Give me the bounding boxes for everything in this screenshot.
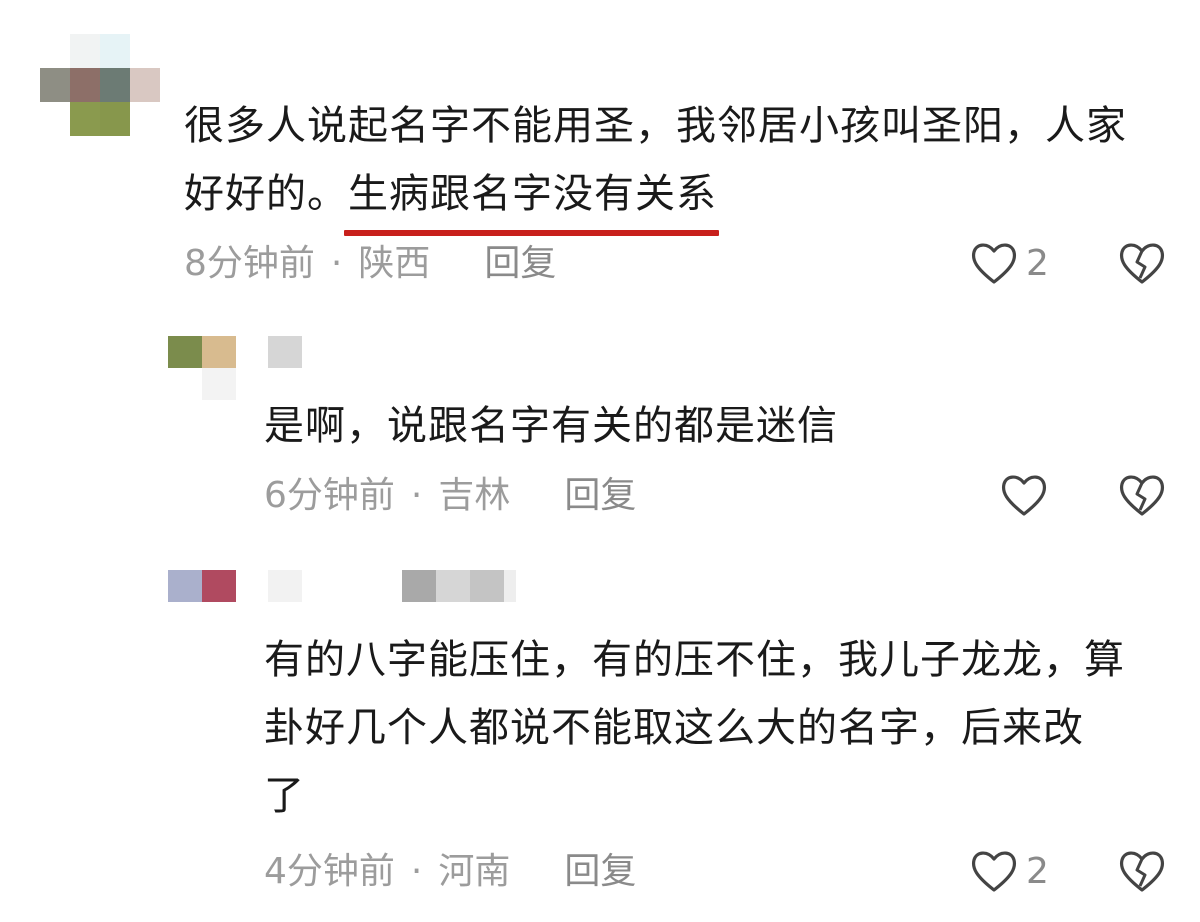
comment-text-line: 很多人说起名字不能用圣，我邻居小孩叫圣阳，人家 — [184, 103, 1127, 149]
comment-text-line: 好好的。 — [184, 171, 348, 217]
comment-text-line: 是啊，说跟名字有关的都是迷信 — [264, 403, 838, 449]
meta-separator: · — [410, 851, 423, 892]
reply-button[interactable]: 回复 — [564, 474, 636, 518]
dislike-button[interactable] — [1118, 848, 1166, 894]
like-count: 2 — [1026, 242, 1049, 284]
broken-heart-icon — [1118, 472, 1166, 518]
avatar[interactable] — [168, 570, 236, 634]
location: 吉林 — [438, 475, 511, 516]
reply-button[interactable]: 回复 — [564, 850, 636, 894]
like-button[interactable]: 2 — [970, 848, 1049, 894]
location: 河南 — [438, 851, 511, 892]
avatar[interactable] — [168, 336, 236, 400]
comment-text: 是啊，说跟名字有关的都是迷信 — [264, 392, 1164, 460]
timestamp: 8分钟前 — [184, 243, 315, 284]
avatar[interactable] — [40, 34, 160, 136]
heart-outline-icon — [970, 848, 1018, 894]
comment-text: 很多人说起名字不能用圣，我邻居小孩叫圣阳，人家 好好的。生病跟名字没有关系 — [184, 92, 1184, 236]
dislike-button[interactable] — [1118, 472, 1166, 518]
comment-meta: 4分钟前 · 河南 回复 — [264, 850, 636, 894]
broken-heart-icon — [1118, 240, 1166, 286]
like-button[interactable]: 2 — [970, 240, 1049, 286]
heart-outline-icon — [970, 240, 1018, 286]
comment-text-line: 有的八字能压住，有的压不住，我儿子龙龙，算 — [264, 637, 1125, 683]
timestamp: 6分钟前 — [264, 475, 395, 516]
comment-meta: 6分钟前 · 吉林 回复 — [264, 474, 636, 518]
dislike-button[interactable] — [1118, 240, 1166, 286]
location: 陕西 — [358, 243, 431, 284]
comment-text-line: 了 — [264, 773, 305, 819]
like-count: 2 — [1026, 850, 1049, 892]
like-button[interactable] — [1000, 472, 1056, 518]
comment-meta: 8分钟前 · 陕西 回复 — [184, 242, 556, 286]
username[interactable] — [268, 570, 516, 602]
comment-text-line: 卦好几个人都说不能取这么大的名字，后来改 — [264, 705, 1084, 751]
reply-button[interactable]: 回复 — [484, 242, 556, 286]
meta-separator: · — [330, 243, 343, 284]
broken-heart-icon — [1118, 848, 1166, 894]
highlighted-text: 生病跟名字没有关系 — [344, 160, 719, 236]
meta-separator: · — [410, 475, 423, 516]
comment-text: 有的八字能压住，有的压不住，我儿子龙龙，算 卦好几个人都说不能取这么大的名字，后… — [264, 626, 1184, 830]
username[interactable] — [268, 336, 302, 368]
heart-outline-icon — [1000, 472, 1048, 518]
timestamp: 4分钟前 — [264, 851, 395, 892]
